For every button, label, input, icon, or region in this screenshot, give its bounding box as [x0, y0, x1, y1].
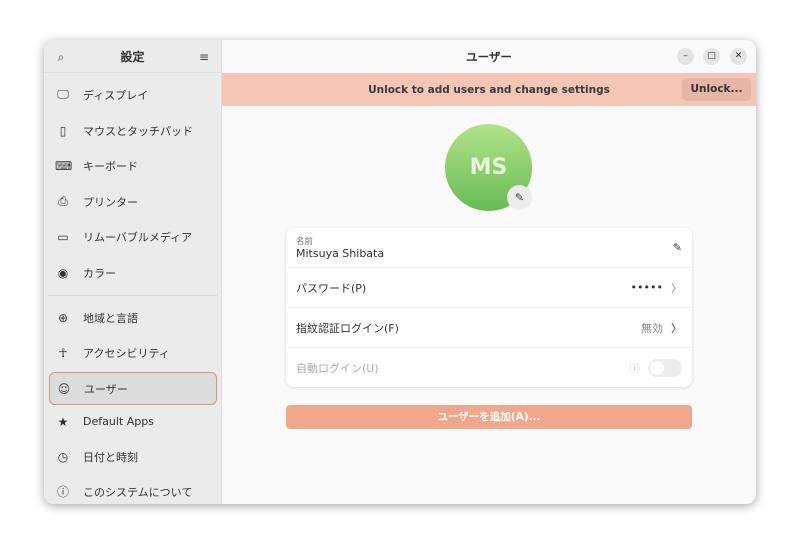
edit-name-icon[interactable]: ✎ [673, 241, 682, 254]
sidebar-item-color[interactable]: ◉ カラー [49, 256, 217, 289]
sidebar-item-region[interactable]: ⊕ 地域と言語 [49, 301, 217, 334]
sidebar-item-label: ユーザー [84, 382, 128, 396]
sidebar-title: 設定 [120, 49, 145, 64]
sidebar-item-users[interactable]: ☺ ユーザー [49, 372, 217, 405]
sidebar-item-label: リムーバブルメディア [83, 230, 193, 244]
menu-icon[interactable]: ≡ [195, 48, 213, 66]
main-panel: ユーザー – □ ✕ Unlock to add users and chang… [222, 40, 756, 504]
sidebar-item-removable-media[interactable]: ▭ リムーバブルメディア [49, 220, 217, 253]
sidebar-item-label: Default Apps [83, 415, 154, 428]
sidebar-item-label: アクセシビリティ [83, 346, 170, 360]
fingerprint-row[interactable]: 指紋認証ログイン(F) 無効〉 [286, 308, 692, 348]
sidebar-header: ⌕ 設定 ≡ [44, 40, 221, 73]
search-icon[interactable]: ⌕ [52, 48, 70, 66]
header-bar: ユーザー – □ ✕ [222, 40, 756, 73]
info-icon: ⓘ [56, 485, 69, 499]
name-value: Mitsuya Shibata [296, 247, 385, 260]
info-icon[interactable]: ⓘ [629, 360, 640, 376]
users-icon: ☺ [57, 381, 71, 396]
password-value: ••••• [630, 281, 663, 294]
chevron-right-icon: 〉 [671, 321, 682, 335]
display-icon: 🖵 [57, 87, 69, 101]
add-user-button[interactable]: ユーザーを追加(A)... [286, 405, 692, 429]
page-title: ユーザー [466, 49, 512, 64]
autologin-label: 自動ログイン(U) [296, 362, 379, 375]
star-icon: ★ [57, 414, 69, 429]
autologin-row: 自動ログイン(U) ⓘ [286, 348, 692, 388]
sidebar-item-label: 地域と言語 [83, 311, 138, 325]
sidebar-item-label: このシステムについて [83, 485, 193, 499]
close-button[interactable]: ✕ [730, 48, 747, 65]
unlock-banner: Unlock to add users and change settings … [222, 73, 756, 106]
edit-avatar-button[interactable]: ✎ [507, 185, 532, 210]
name-label: 名前 [296, 237, 314, 247]
sidebar-item-mouse[interactable]: ▯ マウスとタッチパッド [49, 114, 217, 147]
unlock-button[interactable]: Unlock... [682, 78, 751, 101]
sidebar-item-accessibility[interactable]: ☥ アクセシビリティ [49, 336, 217, 369]
name-row: 名前 Mitsuya Shibata ✎ [286, 228, 692, 268]
sidebar: ⌕ 設定 ≡ 🖵 ディスプレイ ▯ マウスとタッチパッド ⌨ キーボード ⎙ プリンター… [44, 40, 222, 504]
fingerprint-label: 指紋認証ログイン(F) [296, 321, 399, 335]
color-icon: ◉ [57, 265, 69, 280]
sidebar-item-about[interactable]: ⓘ このシステムについて [49, 475, 217, 504]
printer-icon: ⎙ [58, 194, 68, 208]
minimize-button[interactable]: – [677, 48, 694, 65]
clock-icon: ◷ [57, 449, 69, 464]
sidebar-item-label: 日付と時刻 [83, 450, 138, 464]
keyboard-icon: ⌨ [55, 158, 73, 173]
accessibility-icon: ☥ [58, 345, 68, 360]
sidebar-item-keyboard[interactable]: ⌨ キーボード [49, 149, 217, 182]
autologin-toggle[interactable] [648, 359, 682, 377]
password-label: パスワード(P) [296, 281, 367, 295]
pencil-icon: ✎ [514, 191, 525, 204]
mouse-icon: ▯ [59, 123, 67, 138]
settings-window: ⌕ 設定 ≡ 🖵 ディスプレイ ▯ マウスとタッチパッド ⌨ キーボード ⎙ プリンター… [44, 40, 756, 504]
fingerprint-value: 無効 [641, 321, 663, 335]
maximize-button[interactable]: □ [703, 48, 720, 65]
avatar-initials: MS [469, 155, 508, 180]
chevron-right-icon: 〉 [671, 281, 682, 295]
user-details-card: 名前 Mitsuya Shibata ✎ パスワード(P) ••••• 〉 指紋認証… [286, 228, 692, 387]
sidebar-item-label: キーボード [83, 159, 138, 173]
sidebar-item-printer[interactable]: ⎙ プリンター [49, 185, 217, 218]
sidebar-item-label: マウスとタッチパッド [83, 124, 193, 138]
sidebar-separator [48, 295, 217, 296]
globe-icon: ⊕ [57, 310, 69, 325]
sidebar-item-default-apps[interactable]: ★ Default Apps [49, 405, 217, 438]
sidebar-item-label: ディスプレイ [83, 88, 149, 102]
password-row[interactable]: パスワード(P) ••••• 〉 [286, 268, 692, 308]
removable-media-icon: ▭ [57, 229, 69, 244]
sidebar-item-label: カラー [83, 266, 116, 280]
banner-text: Unlock to add users and change settings [368, 83, 610, 96]
sidebar-item-label: プリンター [83, 195, 138, 209]
sidebar-item-display[interactable]: 🖵 ディスプレイ [49, 78, 217, 111]
sidebar-item-datetime[interactable]: ◷ 日付と時刻 [49, 440, 217, 473]
